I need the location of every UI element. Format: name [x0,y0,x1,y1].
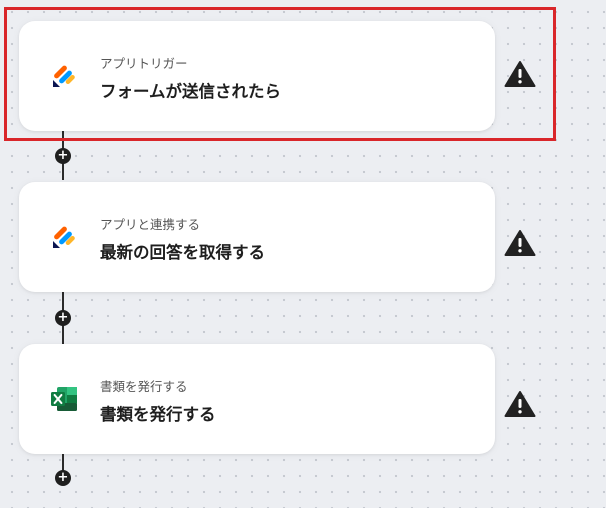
flow-step-card-document[interactable]: 書類を発行する 書類を発行する [19,344,495,454]
step-type-label: アプリと連携する [100,217,201,232]
step-title: 最新の回答を取得する [100,243,265,262]
warning-icon[interactable] [504,390,536,418]
step-title: 書類を発行する [100,405,216,424]
excel-icon [51,387,77,411]
step-type-label: アプリトリガー [100,56,188,71]
add-step-button[interactable]: + [55,148,71,164]
add-step-button[interactable]: + [55,310,71,326]
warning-icon[interactable] [504,229,536,257]
jotform-icon [53,65,75,87]
flow-step-card-action[interactable]: アプリと連携する 最新の回答を取得する [19,182,495,292]
warning-icon[interactable] [504,60,536,88]
step-title: フォームが送信されたら [100,82,282,101]
step-type-label: 書類を発行する [100,379,188,394]
jotform-icon [53,226,75,248]
add-step-button[interactable]: + [55,470,71,486]
flow-step-card-trigger[interactable]: アプリトリガー フォームが送信されたら [19,21,495,131]
